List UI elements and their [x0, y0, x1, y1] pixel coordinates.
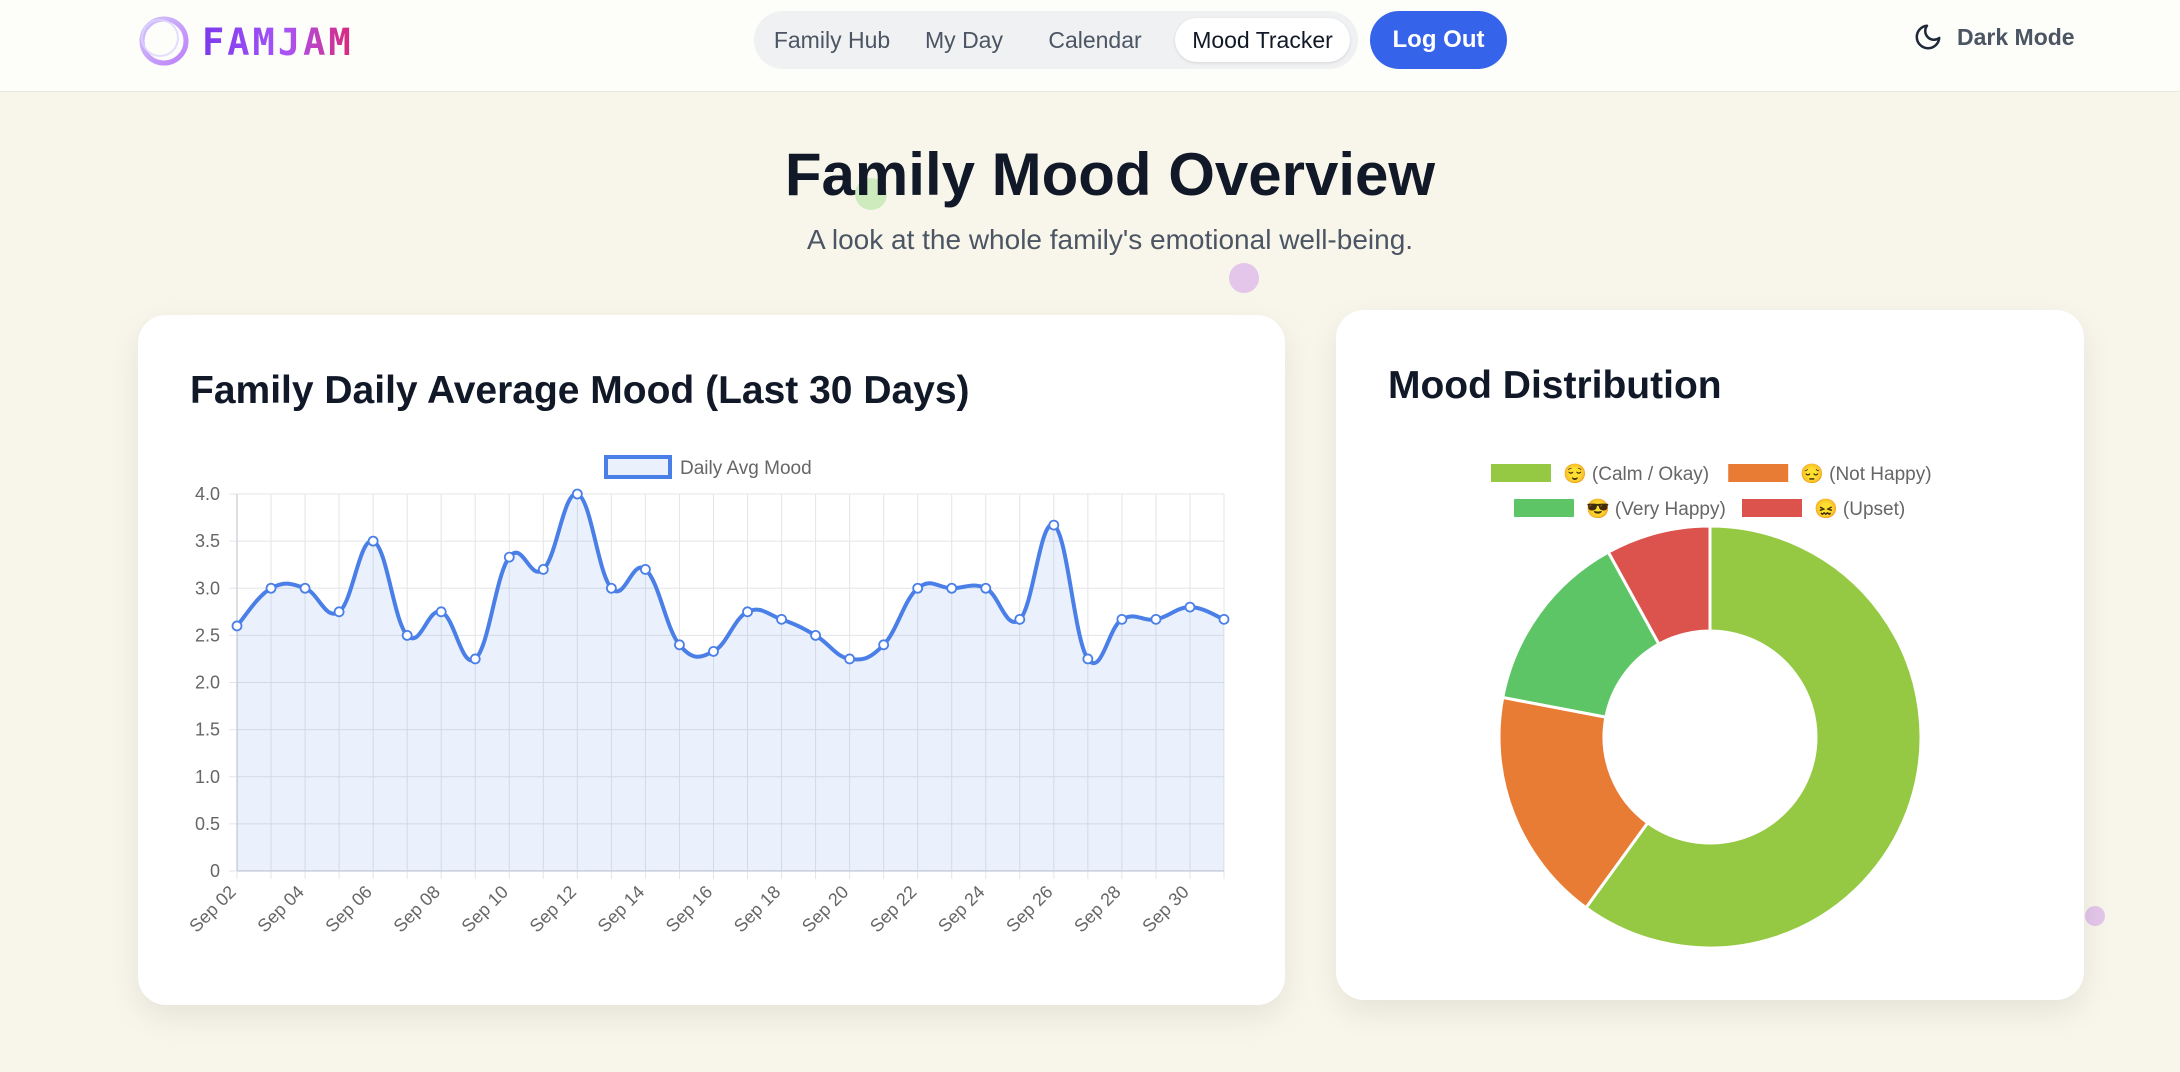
data-point [435, 606, 447, 618]
legend-swatch [1491, 464, 1551, 482]
data-point [1150, 613, 1162, 625]
data-point [469, 653, 481, 665]
x-tick-label: Sep 10 [458, 882, 512, 936]
data-point [537, 563, 549, 575]
decorative-dot [2085, 906, 2105, 926]
x-tick-label: Sep 16 [662, 882, 716, 936]
legend-label: 😌 (Calm / Okay) [1563, 463, 1709, 485]
x-tick-label: Sep 22 [866, 882, 920, 936]
data-point [605, 582, 617, 594]
legend-label: 😖 (Upset) [1814, 498, 1905, 520]
logo-text: FAMJAM [202, 20, 354, 64]
data-point [708, 645, 719, 657]
data-point [299, 582, 311, 594]
x-tick-label: Sep 04 [253, 882, 307, 936]
daily-mood-card: Family Daily Average Mood (Last 30 Days)… [138, 315, 1285, 1005]
data-point [231, 620, 243, 632]
x-tick-label: Sep 18 [730, 882, 784, 936]
data-point [1218, 613, 1230, 625]
data-point [367, 535, 379, 547]
decorative-dot [1229, 263, 1259, 293]
nav-item-calendar[interactable]: Calendar [1030, 18, 1160, 62]
legend-swatch [1514, 499, 1574, 517]
x-tick-label: Sep 12 [526, 882, 580, 936]
x-tick-label: Sep 06 [321, 882, 375, 936]
top-navbar: FAMJAM Family Hub My Day Calendar Mood T… [0, 0, 2180, 92]
data-point [1048, 519, 1060, 531]
data-point [265, 582, 277, 594]
data-point [333, 606, 345, 618]
legend-label: 😎 (Very Happy) [1586, 498, 1726, 520]
y-tick-label: 2.0 [195, 673, 220, 693]
legend-swatch [1728, 464, 1789, 482]
legend-swatch [1742, 499, 1802, 517]
mood-distribution-donut-chart: 😌 (Calm / Okay) 😔 (Not Happy) 😎 (Very Happ… [1491, 463, 1932, 950]
x-tick-label: Sep 08 [390, 882, 444, 936]
moon-icon [1915, 24, 1941, 50]
legend-swatch [604, 455, 672, 479]
page-subtitle: A look at the whole family's emotional w… [806, 224, 1414, 255]
legend-label: 😔 (Not Happy) [1800, 463, 1931, 485]
data-point [503, 551, 515, 563]
y-tick-label: 2.5 [195, 625, 220, 645]
main-nav: Family Hub My Day Calendar Mood Tracker [754, 11, 1358, 69]
logout-button[interactable]: Log Out [1370, 11, 1507, 69]
data-point [1116, 613, 1128, 625]
data-point [844, 653, 856, 665]
x-tick-label: Sep 14 [594, 882, 648, 936]
data-point [640, 563, 651, 575]
dark-mode-label: Dark Mode [1957, 23, 2075, 50]
y-tick-label: 3.0 [195, 578, 220, 598]
y-tick-label: 4.0 [195, 484, 220, 504]
data-point [674, 639, 685, 651]
x-tick-label: Sep 28 [1070, 882, 1124, 936]
data-point [1014, 613, 1026, 625]
dark-mode-toggle[interactable]: Dark Mode [1913, 22, 2075, 52]
logo-ring-icon [139, 16, 189, 66]
mood-distribution-card: Mood Distribution 😌 (Calm / Okay) 😔 (Not … [1336, 310, 2084, 1000]
app-logo[interactable]: FAMJAM [138, 14, 354, 70]
data-point [946, 582, 958, 594]
data-point [401, 629, 413, 641]
page-title: Family Mood Overview [784, 141, 1436, 208]
nav-item-my-day[interactable]: My Day [909, 18, 1019, 62]
area-fill [237, 493, 1224, 871]
nav-item-family-hub[interactable]: Family Hub [764, 18, 900, 62]
x-tick-label: Sep 02 [185, 882, 239, 936]
y-tick-label: 3.5 [195, 531, 220, 551]
x-tick-label: Sep 26 [1002, 882, 1056, 936]
data-point [878, 639, 890, 651]
data-point [1082, 653, 1094, 665]
data-point [1184, 601, 1196, 613]
data-point [571, 488, 583, 500]
nav-item-mood-tracker[interactable]: Mood Tracker [1175, 18, 1350, 62]
data-point [742, 606, 753, 618]
data-point [980, 582, 992, 594]
x-tick-label: Sep 30 [1138, 882, 1192, 936]
x-tick-label: Sep 20 [798, 882, 852, 936]
data-point [776, 613, 787, 625]
y-tick-label: 1.0 [195, 767, 220, 787]
y-tick-label: 1.5 [195, 720, 220, 740]
data-point [810, 629, 821, 641]
legend-label: Daily Avg Mood [680, 458, 812, 479]
y-tick-label: 0.5 [195, 814, 220, 834]
daily-mood-line-chart: 0 0.5 1.0 1.5 2.0 2.5 3.0 3.5 4.0 Sep 02 Sep 04 Sep… [185, 455, 1230, 936]
x-tick-label: Sep 24 [934, 882, 988, 936]
y-tick-label: 0 [210, 861, 220, 881]
data-point [912, 582, 924, 594]
